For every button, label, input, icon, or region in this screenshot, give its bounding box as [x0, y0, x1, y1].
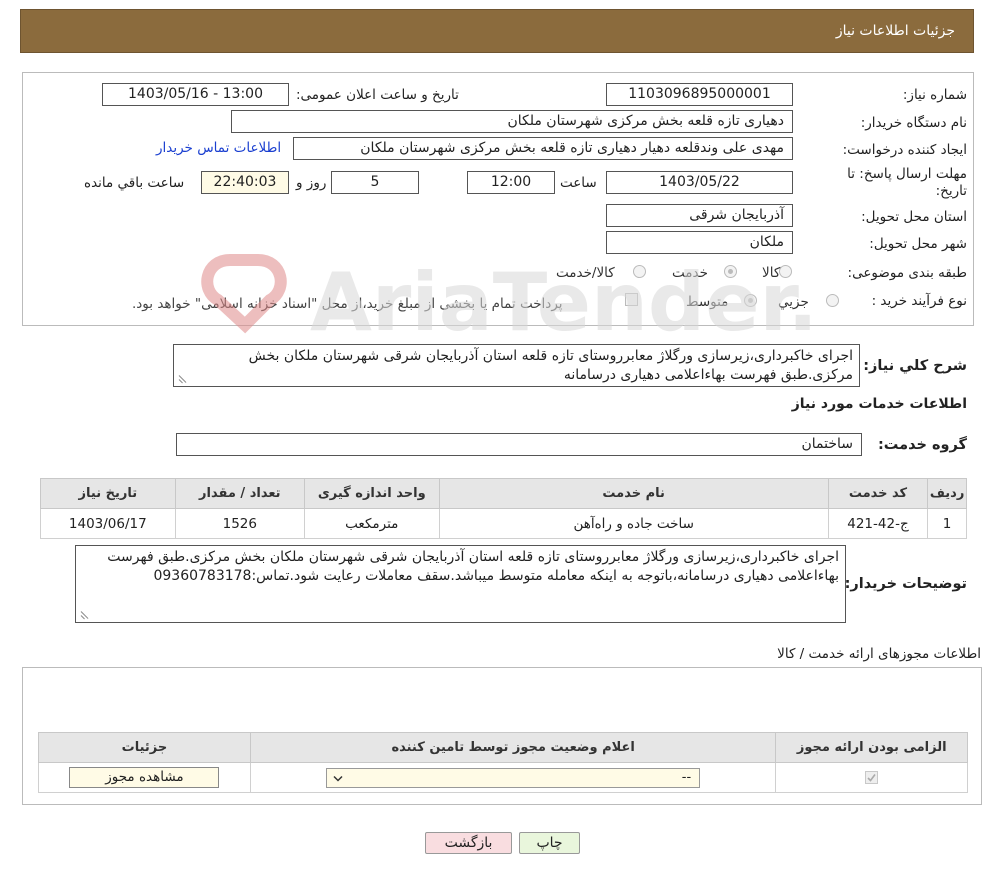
cell-quantity: 1526 — [174, 508, 306, 539]
permit-required-checkbox — [865, 771, 879, 784]
announce-datetime-field[interactable]: 1403/05/16 - 13:00 — [102, 83, 289, 106]
back-button[interactable]: بازگشت — [425, 832, 512, 854]
days-field[interactable]: 5 — [331, 171, 419, 194]
days-label: روز و — [296, 175, 327, 191]
need-number-label: شماره نیاز: — [902, 87, 967, 103]
province-label: استان محل تحویل: — [861, 209, 967, 225]
service-group-label: گروه خدمت: — [877, 437, 967, 453]
buyer-notes-text: اجرای خاکبرداری،زیرسازی ورگلاژ معابرروست… — [107, 549, 839, 584]
remaining-label: ساعت باقي مانده — [84, 175, 185, 191]
cell-need-date: 1403/06/17 — [40, 508, 176, 539]
col-permit-details: جزئیات — [38, 732, 251, 763]
buyer-contact-link[interactable]: اطلاعات تماس خریدار — [156, 140, 281, 156]
purchase-minor-label: جزیي — [778, 294, 809, 310]
permit-status-select[interactable]: -- — [326, 767, 701, 788]
service-group-field[interactable]: ساختمان — [176, 433, 862, 456]
cell-permit-status: -- — [249, 762, 777, 793]
category-radio-goods-service[interactable] — [633, 265, 646, 278]
buyer-notes-label: توضیحات خریدار: — [844, 576, 967, 592]
general-desc-textarea[interactable]: اجرای خاکبرداری،زیرسازی ورگلاژ معابرروست… — [173, 344, 860, 387]
services-section-title: اطلاعات خدمات مورد نیاز — [791, 396, 967, 412]
buyer-org-field[interactable]: دهیاری تازه قلعه بخش مرکزی شهرستان ملکان — [231, 110, 793, 133]
check-icon — [867, 774, 876, 782]
purchase-radio-minor[interactable] — [826, 294, 839, 307]
cell-row-no: 1 — [927, 508, 967, 539]
category-label: طبقه بندی موضوعی: — [847, 265, 967, 281]
col-need-date: تاریخ نیاز — [40, 478, 176, 509]
col-service-name: نام خدمت — [438, 478, 829, 509]
page-title: جزئیات اطلاعات نیاز — [835, 23, 955, 39]
deadline-time-field[interactable]: 12:00 — [467, 171, 555, 194]
category-goods-label: کالا — [762, 265, 781, 281]
table-row[interactable]: 1 ج-42-421 ساخت جاده و راه‌آهن مترمکعب 1… — [40, 508, 967, 539]
resize-handle-icon[interactable] — [177, 374, 187, 384]
general-desc-text: اجرای خاکبرداری،زیرسازی ورگلاژ معابرروست… — [248, 348, 853, 383]
city-field[interactable]: ملکان — [606, 231, 793, 254]
purchase-type-label: نوع فرآیند خرید : — [871, 293, 967, 309]
chevron-down-icon — [333, 775, 343, 782]
col-permit-required: الزامی بودن ارائه مجوز — [775, 732, 968, 763]
permits-table-header: الزامی بودن ارائه مجوز اعلام وضعیت مجوز … — [38, 732, 968, 763]
cell-unit: مترمکعب — [304, 508, 440, 539]
col-row-no: ردیف — [927, 478, 967, 509]
col-service-code: کد خدمت — [827, 478, 929, 509]
deadline-label-1: مهلت ارسال پاسخ: تا — [847, 166, 967, 182]
resize-handle-icon[interactable] — [79, 610, 89, 620]
permit-status-value: -- — [681, 769, 692, 785]
purchase-note: پرداخت تمام یا بخشی از مبلغ خرید،از محل … — [132, 296, 563, 312]
category-radio-goods[interactable] — [779, 265, 792, 278]
category-goods-service-label: کالا/خدمت — [556, 265, 615, 281]
page-header: جزئیات اطلاعات نیاز — [20, 9, 974, 53]
cell-service-name: ساخت جاده و راه‌آهن — [438, 508, 829, 539]
services-table-header: ردیف کد خدمت نام خدمت واحد اندازه گیری ت… — [40, 478, 967, 509]
province-field[interactable]: آذربایجان شرقی — [606, 204, 793, 227]
purchase-radio-medium[interactable] — [744, 294, 757, 307]
cell-permit-details: مشاهده مجوز — [38, 762, 251, 793]
creator-field[interactable]: مهدی علی وندقلعه دهیار دهیاری تازه قلعه … — [293, 137, 793, 160]
purchase-medium-label: متوسط — [686, 294, 729, 310]
remaining-time-field[interactable]: 22:40:03 — [201, 171, 289, 194]
col-unit: واحد اندازه گیری — [304, 478, 440, 509]
deadline-label-2: تاریخ: — [935, 183, 967, 199]
cell-permit-required — [775, 762, 968, 793]
buyer-notes-textarea[interactable]: اجرای خاکبرداری،زیرسازی ورگلاژ معابرروست… — [75, 545, 846, 623]
city-label: شهر محل تحویل: — [869, 236, 967, 252]
cell-service-code: ج-42-421 — [827, 508, 929, 539]
view-permit-button[interactable]: مشاهده مجوز — [69, 767, 220, 788]
permits-section-title: اطلاعات مجوزهای ارائه خدمت / کالا — [777, 646, 981, 662]
table-row: -- مشاهده مجوز — [38, 762, 968, 793]
col-quantity: تعداد / مقدار — [174, 478, 306, 509]
services-table: ردیف کد خدمت نام خدمت واحد اندازه گیری ت… — [40, 478, 967, 539]
col-permit-status: اعلام وضعیت مجوز توسط تامین کننده — [249, 732, 777, 763]
permits-table: الزامی بودن ارائه مجوز اعلام وضعیت مجوز … — [38, 732, 968, 793]
print-button[interactable]: چاپ — [519, 832, 580, 854]
deadline-time-label: ساعت — [560, 175, 597, 191]
buyer-org-label: نام دستگاه خریدار: — [860, 115, 967, 131]
announce-datetime-label: تاریخ و ساعت اعلان عمومی: — [296, 87, 459, 103]
category-service-label: خدمت — [672, 265, 708, 281]
creator-label: ایجاد کننده درخواست: — [842, 142, 967, 158]
category-radio-service[interactable] — [724, 265, 737, 278]
deadline-date-field[interactable]: 1403/05/22 — [606, 171, 793, 194]
general-desc-label: شرح کلي نياز: — [863, 358, 967, 374]
need-number-field[interactable]: 1103096895000001 — [606, 83, 793, 106]
treasury-checkbox[interactable] — [625, 293, 638, 306]
